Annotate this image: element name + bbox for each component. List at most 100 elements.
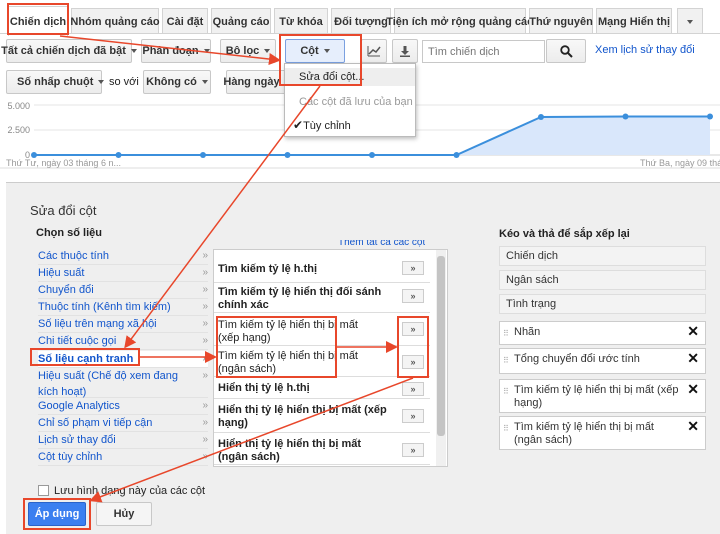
reorder-heading: Kéo và thả để sắp xếp lại bbox=[499, 228, 630, 240]
selected-column[interactable]: ⠿ Tìm kiếm tỷ lệ hiển thị bị mất (xếp hạn… bbox=[499, 379, 706, 413]
highlight-box bbox=[30, 348, 140, 366]
close-icon[interactable]: ✕ bbox=[687, 351, 699, 365]
compare-label: so với bbox=[109, 76, 139, 88]
drag-handle-icon[interactable]: ⠿ bbox=[503, 385, 509, 398]
metric-row: Hiển thị tỷ lệ hiển thị bị mất (ngân sác… bbox=[214, 435, 430, 465]
category-reach[interactable]: Chỉ số phạm vi tiếp cận » bbox=[38, 415, 208, 432]
category-active-view[interactable]: Hiệu suất (Chế độ xem đang kích hoạt) » bbox=[38, 368, 208, 398]
selected-column-label: Tìm kiếm tỷ lệ hiển thị bị mất (ngân sác… bbox=[514, 421, 654, 446]
save-columns-checkbox[interactable] bbox=[38, 485, 49, 496]
search-button[interactable] bbox=[546, 39, 586, 63]
series-point[interactable] bbox=[200, 152, 206, 158]
chevron-down-icon bbox=[264, 49, 271, 53]
category-change-history[interactable]: Lịch sử thay đổi » bbox=[38, 432, 208, 449]
chevron-right-icon: » bbox=[202, 434, 208, 445]
add-all-columns-link[interactable]: Thêm tất cả các cột bbox=[338, 240, 425, 248]
campaign-search-input[interactable] bbox=[422, 40, 545, 63]
metric-row: Tìm kiếm tỷ lệ hiển thị đối sánh chính x… bbox=[214, 283, 430, 313]
y-tick-label: 2.500 bbox=[7, 125, 30, 135]
category-label: Chỉ số phạm vi tiếp cận bbox=[38, 417, 153, 429]
metric2-dropdown[interactable]: Không có bbox=[143, 70, 211, 94]
category-label: Hiệu suất (Chế độ xem đang kích hoạt) bbox=[38, 370, 179, 398]
scrollbar-thumb[interactable] bbox=[437, 256, 445, 436]
selected-column[interactable]: ⠿ Nhãn ✕ bbox=[499, 321, 706, 345]
series-point[interactable] bbox=[284, 152, 291, 158]
tab-ad-groups[interactable]: Nhóm quảng cáo bbox=[70, 8, 160, 34]
category-attributes[interactable]: Các thuộc tính » bbox=[38, 248, 208, 265]
close-icon[interactable]: ✕ bbox=[687, 419, 699, 433]
category-label: Lịch sử thay đổi bbox=[38, 434, 116, 446]
tab-display-network[interactable]: Mạng Hiển thị bbox=[596, 8, 672, 34]
category-social[interactable]: Số liệu trên mạng xã hội » bbox=[38, 316, 208, 333]
series-point[interactable] bbox=[538, 114, 544, 120]
category-custom-columns[interactable]: Cột tùy chỉnh » bbox=[38, 449, 208, 466]
chevron-down-icon bbox=[203, 49, 210, 53]
category-label: Cột tùy chỉnh bbox=[38, 451, 103, 463]
highlight-box bbox=[23, 498, 91, 530]
series-point[interactable] bbox=[622, 113, 629, 120]
tab-ads[interactable]: Quảng cáo bbox=[211, 8, 271, 34]
metric-label: Hiển thị tỷ lệ hiển thị bị mất (ngân sác… bbox=[218, 438, 362, 463]
chevron-right-icon: » bbox=[202, 250, 208, 261]
download-button[interactable] bbox=[392, 39, 418, 63]
change-history-link[interactable]: Xem lịch sử thay đổi bbox=[595, 44, 695, 56]
selected-column[interactable]: ⠿ Tìm kiếm tỷ lệ hiển thị bị mất (ngân sá… bbox=[499, 416, 706, 450]
category-label: Google Analytics bbox=[38, 400, 120, 412]
series-point[interactable] bbox=[707, 113, 713, 120]
category-google-analytics[interactable]: Google Analytics » bbox=[38, 398, 208, 415]
category-search-attributes[interactable]: Thuộc tính (Kênh tìm kiếm) » bbox=[38, 299, 208, 316]
add-metric-button[interactable]: » bbox=[402, 443, 424, 457]
selected-column-label: Nhãn bbox=[514, 326, 541, 338]
chevron-right-icon: » bbox=[202, 370, 208, 381]
tab-audiences[interactable]: Đối tượng bbox=[331, 8, 391, 34]
campaign-filter-label: Tất cả chiến dịch đã bật bbox=[1, 45, 126, 57]
metric-row: Hiển thị tỷ lệ hiển thị bị mất (xếp hạng… bbox=[214, 401, 430, 433]
tab-ad-extensions[interactable]: Tiện ích mở rộng quảng cáo bbox=[386, 8, 534, 34]
add-metric-button[interactable]: » bbox=[402, 289, 424, 303]
category-label: Chuyển đổi bbox=[38, 284, 94, 296]
add-metric-button[interactable]: » bbox=[402, 409, 424, 423]
segment-dropdown[interactable]: Phân đoạn bbox=[141, 39, 211, 63]
highlight-box bbox=[7, 3, 69, 35]
selected-column[interactable]: ⠿ Tổng chuyển đổi ước tính ✕ bbox=[499, 348, 706, 374]
chevron-down-icon bbox=[130, 49, 137, 53]
category-performance[interactable]: Hiệu suất » bbox=[38, 265, 208, 282]
chart-toggle-button[interactable] bbox=[361, 39, 387, 63]
highlight-box bbox=[279, 34, 362, 86]
chevron-right-icon: » bbox=[202, 353, 208, 364]
custom-columns-item[interactable]: ✔Tùy chỉnh bbox=[285, 118, 415, 132]
metric-label: Hiển thị tỷ lệ h.thị bbox=[218, 382, 310, 394]
category-label: Số liệu trên mạng xã hội bbox=[38, 318, 157, 330]
highlight-box bbox=[397, 316, 429, 378]
tab-settings[interactable]: Cài đặt bbox=[162, 8, 208, 34]
filter-label: Bộ lọc bbox=[225, 45, 260, 57]
category-label: Thuộc tính (Kênh tìm kiếm) bbox=[38, 301, 171, 313]
chevron-down-icon bbox=[201, 80, 208, 84]
close-icon[interactable]: ✕ bbox=[687, 324, 699, 338]
selected-column-label: Tìm kiếm tỷ lệ hiển thị bị mất (xếp hạng… bbox=[514, 384, 679, 409]
selected-column-label: Tổng chuyển đổi ước tính bbox=[514, 353, 640, 365]
tab-more-button[interactable] bbox=[677, 8, 703, 34]
series-point[interactable] bbox=[369, 152, 375, 158]
fixed-column: Chiến dịch bbox=[499, 246, 706, 266]
add-metric-button[interactable]: » bbox=[402, 382, 424, 396]
filter-dropdown[interactable]: Bộ lọc bbox=[220, 39, 276, 63]
add-metric-button[interactable]: » bbox=[402, 261, 424, 275]
drag-handle-icon[interactable]: ⠿ bbox=[503, 422, 509, 435]
chevron-right-icon: » bbox=[202, 400, 208, 411]
tab-keywords[interactable]: Từ khóa bbox=[274, 8, 328, 34]
tab-dimensions[interactable]: Thứ nguyên bbox=[529, 8, 593, 34]
chevron-right-icon: » bbox=[202, 417, 208, 428]
campaign-filter-dropdown[interactable]: Tất cả chiến dịch đã bật bbox=[1, 39, 137, 63]
category-label: Hiệu suất bbox=[38, 267, 85, 279]
cancel-button[interactable]: Hủy bbox=[96, 502, 152, 526]
series-point[interactable] bbox=[453, 152, 460, 158]
drag-handle-icon[interactable]: ⠿ bbox=[503, 327, 509, 340]
metric1-dropdown[interactable]: Số nhấp chuột bbox=[6, 70, 105, 94]
close-icon[interactable]: ✕ bbox=[687, 382, 699, 396]
drag-handle-icon[interactable]: ⠿ bbox=[503, 354, 509, 367]
y-tick-label: 5.000 bbox=[7, 101, 30, 111]
period-label: Hàng ngày bbox=[223, 76, 280, 88]
category-conversions[interactable]: Chuyển đổi » bbox=[38, 282, 208, 299]
metric-list-scrollbar[interactable] bbox=[436, 250, 446, 466]
